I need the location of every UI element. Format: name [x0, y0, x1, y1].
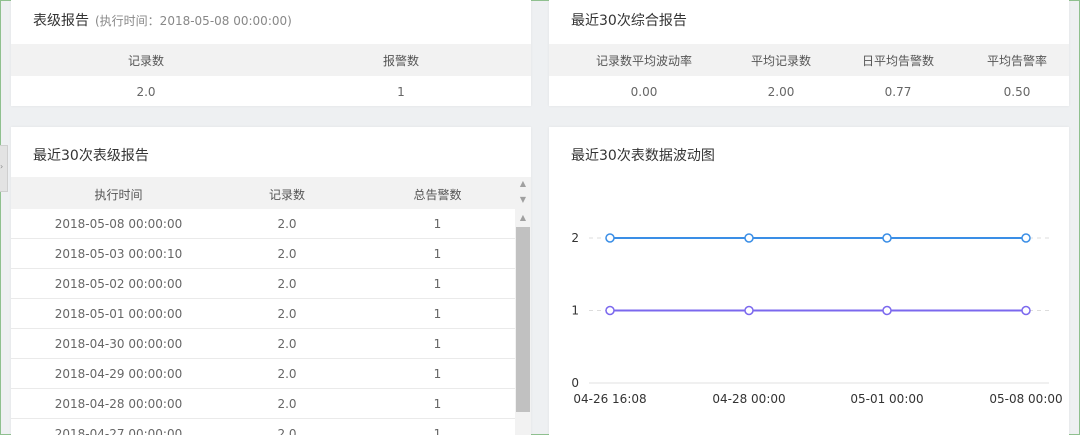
row-divider [11, 358, 515, 359]
scroll-up-icon[interactable]: ▲ [516, 213, 530, 223]
table-cell: 1 [433, 337, 442, 351]
table-cell: 2.0 [277, 397, 297, 411]
x-tick-label: 05-01 00:00 [850, 392, 923, 406]
data-point [605, 233, 615, 243]
table-cell: 1 [433, 217, 442, 231]
x-tick-label: 04-26 16:08 [573, 392, 646, 406]
y-tick-label: 1 [571, 304, 579, 318]
table-cell: 2018-05-01 00:00:00 [54, 307, 183, 321]
table-cell: 1 [433, 277, 442, 291]
table-cell: 2.0 [277, 277, 297, 291]
table-cell: 2018-04-29 00:00:00 [54, 367, 183, 381]
row-divider [11, 238, 515, 239]
scroll-up-icon[interactable]: ▲ [516, 179, 530, 189]
y-tick-label: 2 [571, 231, 579, 245]
column-header: 记录数 [127, 54, 164, 68]
data-point [882, 233, 892, 243]
x-tick-label: 04-28 00:00 [712, 392, 785, 406]
table-cell: 1 [433, 427, 442, 435]
table-cell: 1 [397, 85, 405, 99]
history-report-title: 最近30次表级报告 [33, 148, 149, 164]
summary-report-card: 最近30次综合报告 记录数平均波动率 平均记录数 日平均告警数 平均告警率 0.… [549, 0, 1069, 106]
table-cell: 2.0 [277, 217, 297, 231]
table-report-card: 表级报告 (执行时间：2018-05-08 00:00:00) 记录数 报警数 2… [11, 0, 531, 106]
table-cell: 2018-04-30 00:00:00 [54, 337, 183, 351]
column-header: 平均告警率 [986, 54, 1047, 68]
execution-time-subtitle: (执行时间：2018-05-08 00:00:00) [95, 14, 292, 28]
table-cell: 2018-05-03 00:00:10 [54, 247, 183, 261]
table-cell: 2.0 [277, 247, 297, 261]
row-divider [11, 388, 515, 389]
column-header: 报警数 [382, 54, 419, 68]
table-cell: 2018-05-02 00:00:00 [54, 277, 183, 291]
column-header: 执行时间 [94, 188, 143, 202]
table-cell: 2.0 [277, 427, 297, 435]
table-cell: 2.0 [277, 367, 297, 381]
column-header: 平均记录数 [750, 54, 811, 68]
data-point [1021, 233, 1031, 243]
sidebar-toggle[interactable]: › [0, 145, 8, 192]
data-point [882, 305, 892, 316]
line-chart: 0 1 2 04-26 16:08 04-28 00:00 05-01 00:00 05-0… [571, 231, 1062, 406]
table-cell: 1 [433, 247, 442, 261]
row-divider [11, 298, 515, 299]
x-tick-label: 05-08 00:00 [989, 392, 1062, 406]
scroll-down-icon[interactable]: ▼ [516, 195, 530, 205]
data-point [744, 305, 754, 316]
column-header: 总告警数 [413, 188, 462, 202]
data-point [605, 305, 615, 316]
table-cell: 2018-04-27 00:00:00 [54, 427, 183, 435]
column-header: 日平均告警数 [861, 54, 934, 68]
row-divider [11, 328, 515, 329]
table-report-title: 表级报告 [33, 13, 89, 29]
table-cell: 2018-05-08 00:00:00 [54, 217, 183, 231]
table-cell: 1 [433, 367, 442, 381]
y-tick-label: 0 [571, 376, 579, 390]
column-header: 记录数平均波动率 [595, 54, 692, 68]
table-cell: 2018-04-28 00:00:00 [54, 397, 183, 411]
scrollbar-thumb[interactable] [516, 227, 530, 412]
table-cell: 2.0 [136, 85, 156, 99]
table-cell: 0.50 [1003, 85, 1031, 99]
data-point [744, 233, 754, 243]
row-divider [11, 268, 515, 269]
table-cell: 0.77 [884, 85, 912, 99]
table-cell: 0.00 [630, 85, 658, 99]
table-cell: 1 [433, 307, 442, 321]
table-cell: 2.0 [277, 337, 297, 351]
table-cell: 2.00 [767, 85, 795, 99]
data-point [1021, 305, 1031, 316]
table-cell: 1 [433, 397, 442, 411]
column-header: 记录数 [268, 188, 305, 202]
chevron-right-icon: › [0, 162, 4, 171]
chart-card: 最近30次表数据波动图 0 1 2 04-26 16:08 04-28 00:00 05-… [549, 127, 1069, 435]
card-title: 表级报告 (执行时间：2018-05-08 00:00:00) [33, 10, 292, 30]
chart-title: 最近30次表数据波动图 [571, 148, 715, 164]
summary-report-title: 最近30次综合报告 [571, 13, 687, 29]
table-cell: 2.0 [277, 307, 297, 321]
row-divider [11, 418, 515, 419]
history-report-card: 最近30次表级报告 执行时间 记录数 总告警数 2018-05-08 00:00… [11, 127, 531, 435]
